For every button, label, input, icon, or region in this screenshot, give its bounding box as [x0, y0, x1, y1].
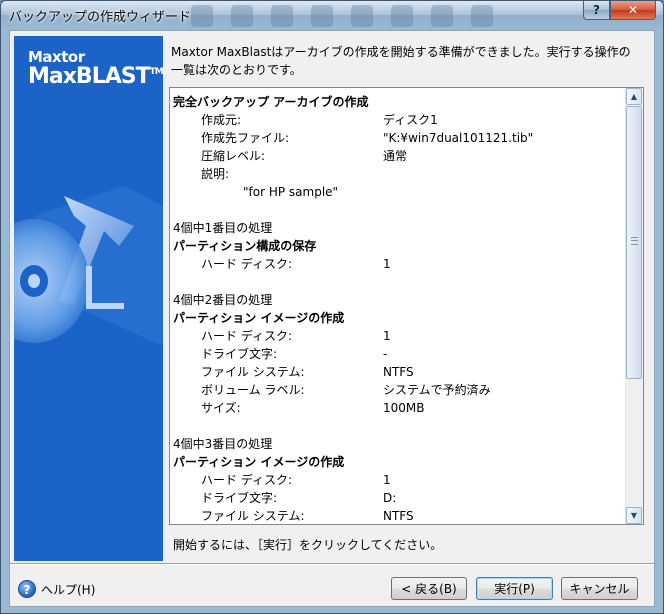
- summary-row: ハード ディスク: 1: [201, 329, 391, 343]
- description-value: "for HP sample": [243, 185, 339, 199]
- summary-row: ボリューム ラベル: システムで予約済み: [201, 383, 491, 397]
- wizard-message: Maxtor MaxBlastはアーカイブの作成を開始する準備ができました。実行…: [171, 45, 631, 77]
- step-counter: 4個中1番目の処理: [173, 221, 273, 235]
- help-link[interactable]: ? ヘルプ(H): [18, 580, 95, 598]
- summary-row: サイズ: 100MB: [201, 401, 425, 415]
- title-close-button[interactable]: ✕: [610, 1, 656, 20]
- summary-row: ファイル システム: NTFS: [201, 509, 414, 523]
- scrollbar-grip-icon: [631, 237, 638, 245]
- summary-row: ドライブ文字: D:: [201, 491, 397, 505]
- summary-row: ドライブ文字: -: [201, 347, 388, 361]
- section-heading: 完全バックアップ アーカイブの作成: [173, 95, 369, 109]
- summary-row: 作成元: ディスク1: [201, 113, 438, 127]
- help-question-icon: ?: [593, 3, 600, 17]
- disk-backup-art-icon: [14, 186, 163, 561]
- step-counter: 4個中2番目の処理: [173, 293, 273, 307]
- summary-row: ハード ディスク: 1: [201, 473, 391, 487]
- background-taskbar-icons: [191, 5, 571, 27]
- maxblast-banner: Maxtor MaxBLASTTM5: [14, 36, 163, 561]
- summary-row: ハード ディスク: 1: [201, 257, 391, 271]
- title-bar[interactable]: バックアップの作成ウィザード ? ✕: [1, 1, 663, 29]
- title-help-button[interactable]: ?: [583, 1, 610, 20]
- step-heading: パーティション イメージの作成: [173, 311, 345, 325]
- summary-vertical-scrollbar[interactable]: ▲ ▼: [625, 88, 643, 524]
- step-counter: 4個中3番目の処理: [173, 437, 273, 451]
- summary-row: 作成先ファイル: "K:¥win7dual101121.tib": [201, 131, 534, 145]
- wizard-window: バックアップの作成ウィザード ? ✕ Maxtor MaxBLASTTM5: [0, 0, 664, 614]
- summary-row: ファイル システム: NTFS: [201, 365, 414, 379]
- run-button[interactable]: 実行(P): [476, 577, 553, 600]
- footer-divider: [10, 563, 654, 565]
- summary-row: 圧縮レベル: 通常: [201, 149, 408, 163]
- summary-content: 完全バックアップ アーカイブの作成 作成元: ディスク1 作成先ファイル: "K:¥…: [173, 93, 627, 524]
- close-icon: ✕: [627, 3, 639, 17]
- instruction-text: 開始するには、［実行］をクリックしてください。: [173, 538, 443, 552]
- scrollbar-thumb[interactable]: [626, 106, 642, 379]
- back-button[interactable]: < 戻る(B): [391, 577, 467, 600]
- trademark-mark: TM: [149, 67, 163, 77]
- help-question-circle-icon: ?: [18, 580, 36, 598]
- cancel-button[interactable]: キャンセル: [561, 577, 638, 600]
- step-heading: パーティション構成の保存: [173, 239, 317, 253]
- scroll-down-arrow-icon[interactable]: ▼: [626, 507, 642, 524]
- scroll-up-arrow-icon[interactable]: ▲: [626, 88, 642, 105]
- wizard-client-area: Maxtor MaxBLASTTM5: [9, 30, 655, 607]
- operations-summary-list[interactable]: 完全バックアップ アーカイブの作成 作成元: ディスク1 作成先ファイル: "K:¥…: [169, 87, 644, 525]
- step-heading: パーティション イメージの作成: [173, 455, 345, 469]
- window-title: バックアップの作成ウィザード: [9, 10, 192, 25]
- maxblast-logo: MaxBLASTTM5: [28, 64, 163, 89]
- summary-row: 説明:: [201, 167, 230, 181]
- maxblast-logo-text: MaxBLAST: [28, 64, 151, 89]
- help-label: ヘルプ(H): [41, 582, 96, 597]
